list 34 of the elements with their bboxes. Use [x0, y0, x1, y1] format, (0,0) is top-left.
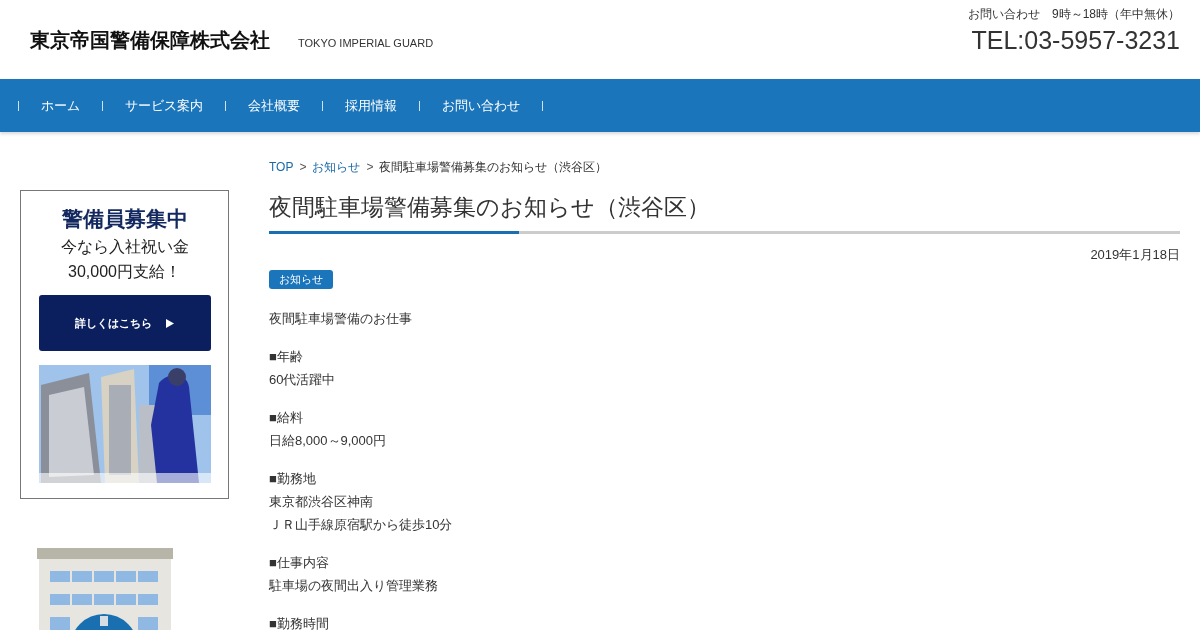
phone-number: TEL:03-5957-3231: [971, 26, 1180, 55]
nav-link[interactable]: サービス案内: [103, 96, 225, 115]
body-text: ■勤務時間: [269, 614, 330, 630]
contact-hours: お問い合わせ 9時～18時（年中無休）: [967, 6, 1180, 23]
body-text: 夜間駐車場警備のお仕事: [269, 309, 413, 328]
category-tag[interactable]: お知らせ: [269, 269, 333, 289]
tagline: TOKYO IMPERIAL GUARD: [298, 35, 434, 49]
body-text: ■給料: [269, 408, 304, 427]
breadcrumb-separator: >: [299, 160, 307, 174]
breadcrumb-link[interactable]: お知らせ: [312, 159, 361, 176]
company-logo[interactable]: 東京帝国警備保障株式会社: [30, 27, 270, 54]
body-text: 東京都渋谷区神南: [269, 492, 374, 511]
nav-link[interactable]: 採用情報: [323, 96, 419, 115]
breadcrumb-current: 夜間駐車場警備募集のお知らせ（渋谷区）: [379, 159, 608, 176]
banner-text: 今なら入社祝い金: [60, 237, 189, 257]
body-text: ＪＲ山手線原宿駅から徒歩10分: [269, 515, 454, 534]
banner-text: 30,000円支給！: [68, 262, 181, 282]
recruit-banner[interactable]: 警備員募集中 今なら入社祝い金 30,000円支給！ 詳しくはこちら: [20, 190, 229, 499]
body-text: ■年齢: [269, 347, 304, 366]
article-title: 夜間駐車場警備募集のお知らせ（渋谷区）: [269, 193, 711, 222]
nav-link[interactable]: お問い合わせ: [420, 96, 542, 115]
nav-link[interactable]: 会社概要: [226, 96, 322, 115]
body-text: 60代活躍中: [269, 370, 337, 389]
nav-link[interactable]: ホーム: [19, 96, 102, 115]
breadcrumb-separator: >: [366, 160, 374, 174]
play-icon: [166, 318, 174, 328]
post-date: 2019年1月18日: [1089, 245, 1180, 264]
body-text: 駐車場の夜間出入り管理業務: [269, 576, 439, 595]
body-text: 日給8,000～9,000円: [269, 431, 388, 450]
body-text: ■仕事内容: [269, 553, 330, 572]
body-text: ■勤務地: [269, 469, 317, 488]
breadcrumb-link[interactable]: TOP: [269, 160, 294, 174]
banner-heading: 警備員募集中: [61, 206, 188, 232]
details-button[interactable]: 詳しくはこちら: [38, 295, 211, 351]
